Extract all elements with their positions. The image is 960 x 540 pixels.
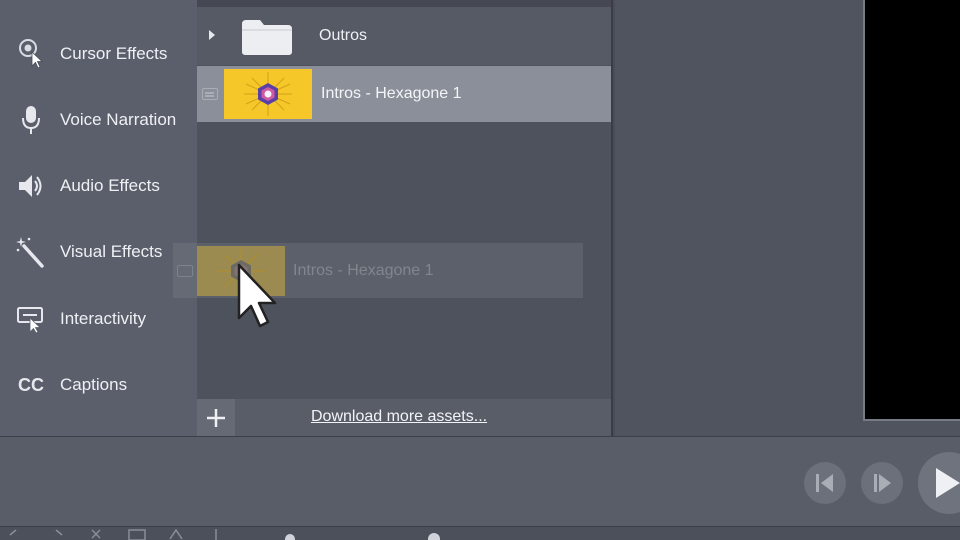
video-canvas[interactable]	[863, 0, 960, 421]
step-forward-button[interactable]	[861, 462, 903, 504]
interactivity-icon	[14, 302, 48, 336]
timeline-tool-icons	[9, 528, 440, 540]
download-more-assets-link[interactable]: Download more assets...	[311, 408, 487, 426]
tools-sidebar: Cursor Effects Voice Narration Audio Eff…	[0, 0, 197, 436]
sidebar-item-label: Voice Narration	[60, 110, 177, 129]
drag-label: Intros - Hexagone 1	[293, 262, 434, 279]
speaker-icon	[14, 169, 48, 203]
play-icon	[936, 468, 960, 498]
step-back-button[interactable]	[804, 462, 846, 504]
sidebar-item-label: Captions	[60, 375, 128, 394]
canvas-area[interactable]	[615, 0, 960, 436]
sidebar-item-label: Cursor Effects	[60, 44, 168, 63]
step-forward-icon	[874, 474, 891, 492]
sidebar-item-cursor-effects[interactable]: Cursor Effects	[0, 29, 197, 79]
drag-preview: Intros - Hexagone 1	[173, 243, 583, 298]
cursor-effects-icon	[14, 37, 48, 71]
mouse-pointer-icon	[237, 263, 277, 328]
asset-thumbnail	[224, 69, 312, 119]
folder-icon	[240, 18, 294, 56]
timeline-toolbar	[0, 526, 960, 540]
asset-label: Intros - Hexagone 1	[321, 85, 462, 102]
magic-wand-icon	[14, 235, 48, 269]
library-folder-row[interactable]: Outros	[197, 7, 611, 65]
panel-divider	[197, 0, 611, 7]
library-panel: Outros Intros - Hexagone 1 Download more…	[197, 0, 613, 436]
playback-bar	[0, 436, 960, 526]
sidebar-item-visual-effects[interactable]: Visual Effects	[0, 227, 197, 277]
plus-icon	[207, 408, 225, 427]
library-asset-row-selected[interactable]: Intros - Hexagone 1	[197, 66, 611, 122]
microphone-icon	[14, 103, 48, 137]
add-asset-button[interactable]	[197, 399, 235, 436]
play-button[interactable]	[918, 452, 960, 514]
library-footer: Download more assets...	[197, 399, 611, 436]
cc-icon: CC	[18, 374, 44, 395]
sidebar-item-captions[interactable]: CC Captions	[0, 360, 197, 410]
expand-arrow-icon[interactable]	[209, 30, 215, 40]
media-type-icon	[202, 88, 218, 100]
folder-label: Outros	[319, 27, 368, 44]
sidebar-item-label: Audio Effects	[60, 176, 160, 195]
sidebar-item-label: Visual Effects	[60, 242, 163, 261]
media-type-icon	[177, 265, 193, 277]
sidebar-item-audio-effects[interactable]: Audio Effects	[0, 161, 197, 211]
step-back-icon	[816, 474, 833, 492]
sidebar-item-interactivity[interactable]: Interactivity	[0, 294, 197, 344]
sidebar-item-voice-narration[interactable]: Voice Narration	[0, 95, 197, 145]
sidebar-item-label: Interactivity	[60, 309, 146, 328]
